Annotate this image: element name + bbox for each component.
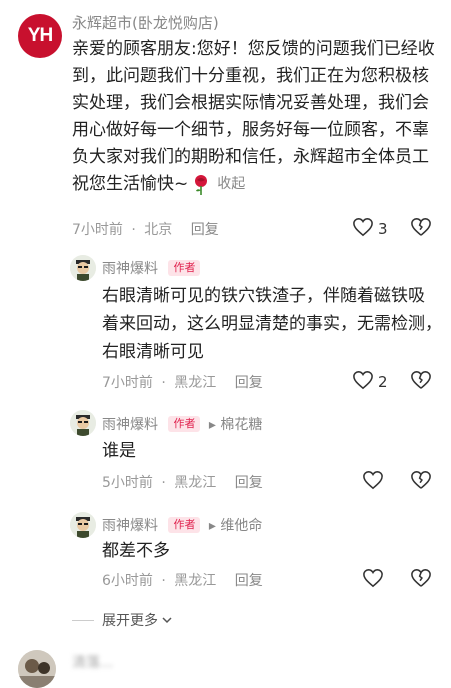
reply-avatar[interactable]: [70, 512, 96, 538]
reply-button[interactable]: 回复: [235, 375, 263, 391]
chevron-down-icon: [161, 611, 173, 630]
heart-icon: [362, 568, 384, 592]
heart-icon: [352, 370, 374, 394]
avatar[interactable]: YH: [18, 14, 62, 58]
reply-header: 雨神爆料 作者 ▸ 维他命: [102, 515, 262, 535]
reply-to-arrow-icon: ▸: [208, 518, 216, 534]
reply-username[interactable]: 雨神爆料: [102, 261, 158, 277]
reply-header: 雨神爆料 作者 ▸ 棉花糖: [102, 414, 262, 434]
reply-time: 6小时前: [102, 573, 153, 589]
reply-text-line: 都差不多: [102, 541, 170, 561]
author-badge: 作者: [168, 517, 201, 533]
heart-icon: [352, 217, 374, 241]
reply-button[interactable]: 回复: [191, 222, 219, 238]
comment-text-line: 亲爱的顾客朋友:您好！您反馈的问题我们已经收: [72, 39, 435, 59]
dislike-button[interactable]: [410, 370, 432, 394]
reply-to-user[interactable]: 维他命: [220, 518, 262, 534]
expand-more-button[interactable]: 展开更多: [72, 610, 173, 630]
broken-heart-icon: [410, 568, 432, 592]
reply-username[interactable]: 雨神爆料: [102, 417, 158, 433]
author-badge: 作者: [168, 416, 201, 432]
like-button[interactable]: [362, 568, 384, 592]
avatar-logo-text: YH: [27, 25, 53, 46]
author-badge: 作者: [168, 260, 201, 276]
reply-meta: 5小时前 · 黑龙江 回复: [102, 475, 263, 491]
reply-avatar[interactable]: [70, 410, 96, 436]
comment-text-line: 祝您生活愉快~: [72, 174, 189, 194]
like-button[interactable]: [362, 470, 384, 494]
reply-time: 5小时前: [102, 475, 153, 491]
reply-time: 7小时前: [102, 375, 153, 391]
comment-time: 7小时前: [72, 222, 123, 238]
divider: [72, 619, 94, 621]
dislike-button[interactable]: [410, 568, 432, 592]
broken-heart-icon: [410, 470, 432, 494]
reply-text: 右眼清晰可见的铁穴铁渣子，伴随着磁铁吸 着来回动，这么明显清楚的事实，无需检测，…: [102, 282, 442, 366]
reply-text-line: 右眼清晰可见: [102, 342, 204, 362]
reply-text-line: 谁是: [102, 441, 136, 461]
rose-emoji-icon: [191, 174, 211, 196]
heart-icon: [362, 470, 384, 494]
comment-meta: 7小时前 · 北京 回复: [72, 222, 219, 238]
reply-header: 雨神爆料 作者: [102, 258, 201, 278]
reply-username[interactable]: 雨神爆料: [102, 518, 158, 534]
reply-text-line: 右眼清晰可见的铁穴铁渣子，伴随着磁铁吸: [102, 286, 425, 306]
comment-text: 亲爱的顾客朋友:您好！您反馈的问题我们已经收 到，此问题我们十分重视，我们正在为…: [72, 36, 435, 198]
reply-avatar[interactable]: [70, 255, 96, 281]
comment-text-line: 负大家对我们的期盼和信任，永辉超市全体员工: [72, 147, 429, 167]
broken-heart-icon: [410, 217, 432, 241]
broken-heart-icon: [410, 370, 432, 394]
comment-username[interactable]: 永辉超市(卧龙悦购店): [72, 12, 219, 33]
reply-to-arrow-icon: ▸: [208, 417, 216, 433]
comment-text-line: 实处理，我们会根据实际情况妥善处理，我们会: [72, 93, 429, 113]
comment-username[interactable]: 清落...: [72, 652, 113, 672]
expand-more-label: 展开更多: [102, 613, 158, 629]
reply-to-user[interactable]: 棉花糖: [220, 417, 262, 433]
reply-text: 都差不多: [102, 538, 170, 565]
like-count: 3: [378, 220, 388, 238]
comment-location: 北京: [144, 222, 173, 238]
like-button[interactable]: 3: [352, 217, 388, 241]
reply-text: 谁是: [102, 438, 136, 465]
comment-text-line: 用心做好每一个细节，服务好每一位顾客，不辜: [72, 120, 429, 140]
comment-text-line: 到，此问题我们十分重视，我们正在为您积极核: [72, 66, 429, 86]
dislike-button[interactable]: [410, 217, 432, 241]
reply-meta: 7小时前 · 黑龙江 回复: [102, 375, 263, 391]
reply-button[interactable]: 回复: [235, 573, 263, 589]
like-button[interactable]: 2: [352, 370, 388, 394]
avatar[interactable]: [18, 650, 56, 688]
reply-meta: 6小时前 · 黑龙江 回复: [102, 573, 263, 589]
collapse-button[interactable]: 收起: [217, 171, 245, 198]
reply-location: 黑龙江: [174, 375, 217, 391]
reply-location: 黑龙江: [174, 475, 217, 491]
reply-text-line: 着来回动，这么明显清楚的事实，无需检测，: [102, 314, 442, 334]
reply-location: 黑龙江: [174, 573, 217, 589]
dislike-button[interactable]: [410, 470, 432, 494]
reply-button[interactable]: 回复: [235, 475, 263, 491]
like-count: 2: [378, 373, 388, 391]
